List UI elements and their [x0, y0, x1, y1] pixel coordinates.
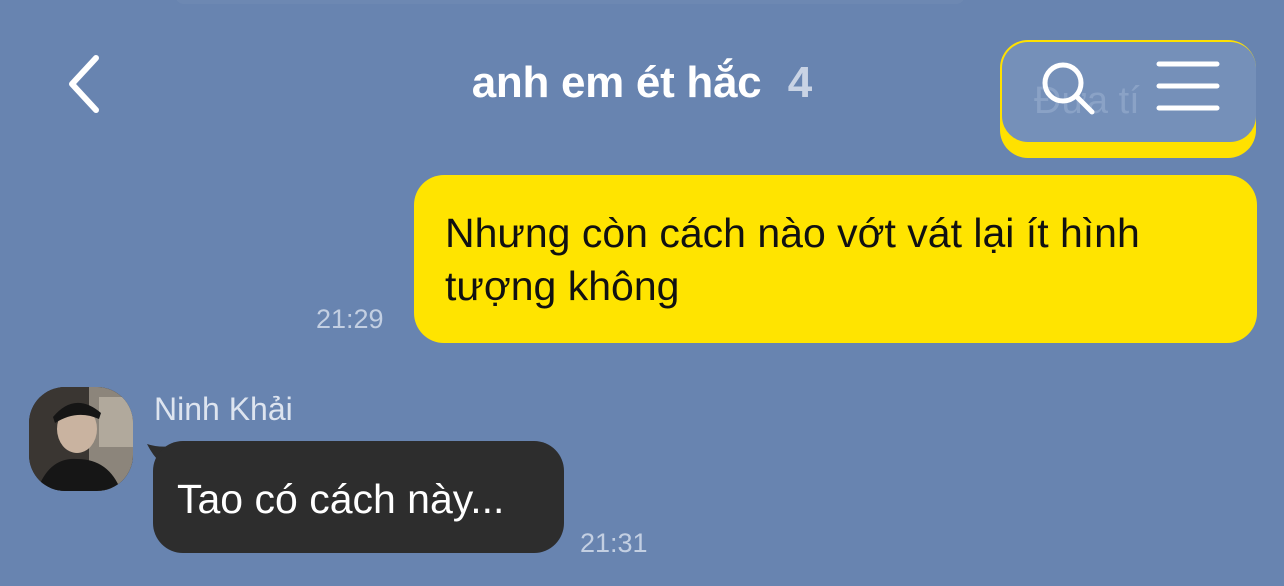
outgoing-message-bubble[interactable]: Nhưng còn cách nào vớt vát lại ít hình t…	[414, 175, 1257, 343]
back-button[interactable]	[54, 52, 114, 116]
message-timestamp: 21:29	[316, 304, 384, 334]
chat-screen: Đưa tí anh em ét hắc 4 21:29 Nhưng còn c…	[0, 0, 1284, 586]
menu-button[interactable]	[1152, 56, 1224, 116]
message-timestamp: 21:31	[580, 528, 648, 558]
avatar[interactable]	[29, 387, 133, 491]
incoming-message-bubble[interactable]: Tao có cách này...	[153, 441, 564, 553]
sender-name: Ninh Khải	[154, 391, 293, 427]
search-button[interactable]	[1036, 56, 1100, 120]
search-icon	[1042, 62, 1095, 115]
profile-photo	[29, 387, 133, 491]
chat-title[interactable]: anh em ét hắc	[472, 58, 762, 108]
hamburger-menu-icon	[1156, 61, 1220, 111]
member-count: 4	[787, 58, 813, 107]
chevron-left-icon	[69, 55, 99, 113]
previous-content-edge	[175, 0, 965, 4]
